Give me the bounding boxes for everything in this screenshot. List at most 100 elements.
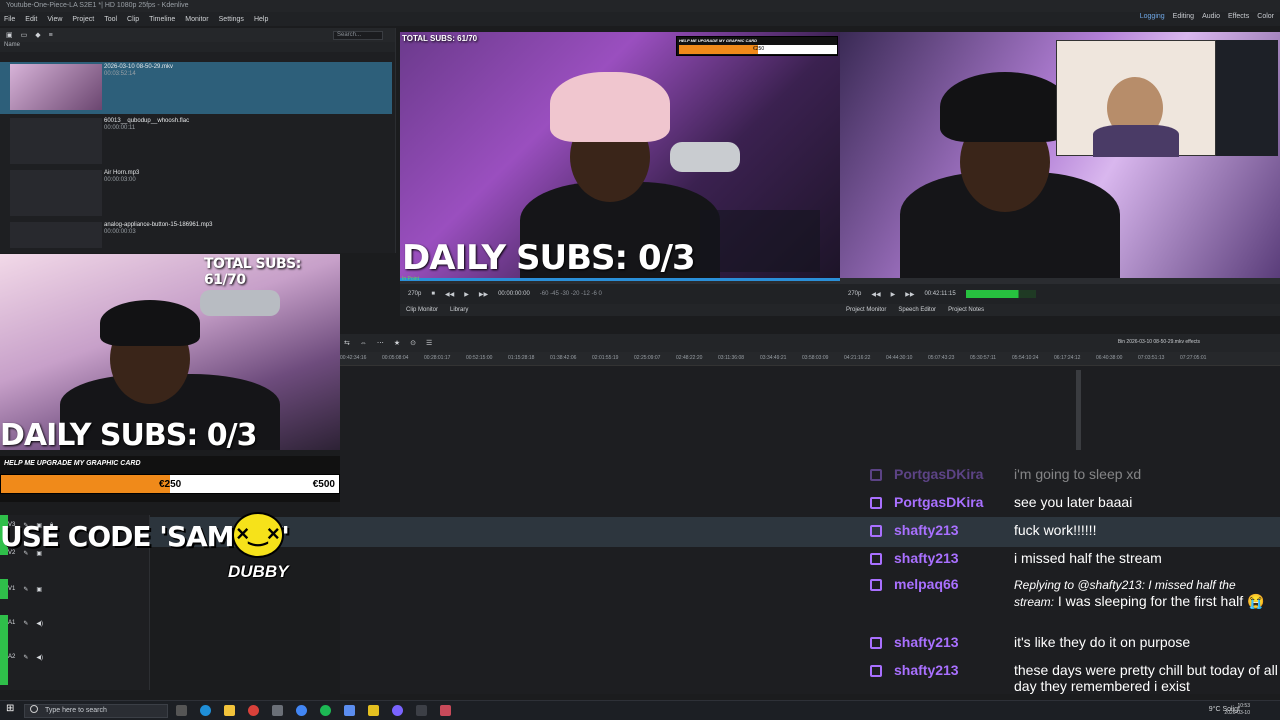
taskbar-search-input[interactable]: Type here to search bbox=[24, 704, 168, 718]
bin-item[interactable]: Air Horn.mp3 00:00:03:00 bbox=[0, 168, 392, 220]
track-v1[interactable]: V1 ✎ ▣ bbox=[0, 579, 150, 599]
edit-icon[interactable]: ✎ bbox=[23, 654, 28, 661]
sponsor-name: DUBBY bbox=[228, 562, 289, 581]
bin-item-duration: 00:00:03:00 bbox=[104, 177, 136, 183]
tag-icon[interactable]: ◆ bbox=[35, 31, 40, 39]
workspace-audio[interactable]: Audio bbox=[1202, 13, 1220, 20]
timeline-scrollbar[interactable] bbox=[1076, 370, 1081, 450]
chat-username: shafty213 bbox=[894, 634, 959, 650]
workspace-logging[interactable]: Logging bbox=[1140, 13, 1165, 20]
chat-text: these days were pretty chill but today o… bbox=[1014, 662, 1278, 694]
ruler-tick: 00:52:15:00 bbox=[466, 355, 493, 361]
chat-username: melpaq66 bbox=[894, 576, 959, 592]
obs-icon[interactable] bbox=[416, 705, 427, 716]
chat-username: shafty213 bbox=[894, 662, 959, 678]
add-clip-icon[interactable]: ▣ bbox=[6, 31, 13, 39]
bin-column-name[interactable]: Name bbox=[0, 42, 395, 52]
chrome-icon[interactable] bbox=[248, 705, 259, 716]
forward-icon[interactable]: ▶▶ bbox=[479, 291, 488, 298]
clip-timecode[interactable]: 00:00:00:00 bbox=[498, 291, 530, 297]
app-icon[interactable] bbox=[440, 705, 451, 716]
bin-item[interactable]: 60013__qubodup__whoosh.flac 00:00:00:11 bbox=[0, 116, 392, 168]
ruler-tick: 05:30:57:11 bbox=[970, 355, 997, 361]
menu-tool[interactable]: Tool bbox=[104, 16, 117, 23]
speaker-icon[interactable]: ◀) bbox=[36, 620, 43, 627]
track-tool-icon[interactable]: ⇆ bbox=[344, 339, 350, 347]
black-beanie bbox=[940, 72, 1070, 142]
spotify-icon[interactable] bbox=[320, 705, 331, 716]
menu-file[interactable]: File bbox=[4, 16, 15, 23]
overlay-total-subs: TOTAL SUBS: 61/70 bbox=[204, 256, 301, 288]
task-view-icon[interactable] bbox=[176, 705, 187, 716]
microphone bbox=[670, 142, 740, 172]
in-point-label: In Point bbox=[402, 276, 419, 282]
ruler-tick: 02:25:09:07 bbox=[634, 355, 661, 361]
play-icon[interactable]: ▶ bbox=[891, 291, 896, 298]
forward-icon[interactable]: ▶▶ bbox=[905, 291, 914, 298]
app-icon[interactable] bbox=[272, 705, 283, 716]
ruler-tick: 04:44:30:10 bbox=[886, 355, 913, 361]
menu-help[interactable]: Help bbox=[254, 16, 268, 23]
tab-library[interactable]: Library bbox=[450, 307, 468, 313]
zoom-select[interactable]: 270p bbox=[848, 291, 861, 297]
chat-text: fuck work!!!!!! bbox=[1014, 522, 1097, 538]
track-label: V1 bbox=[8, 586, 16, 592]
favorite-icon[interactable]: ★ bbox=[394, 339, 400, 347]
chat-text-container: Replying to @shafty213: I missed half th… bbox=[1014, 576, 1278, 610]
menu-timeline[interactable]: Timeline bbox=[149, 16, 175, 23]
edit-icon[interactable]: ✎ bbox=[23, 586, 28, 593]
menu-bar: File Edit View Project Tool Clip Timelin… bbox=[0, 12, 1280, 26]
bin-item-duration: 00:00:00:03 bbox=[104, 229, 136, 235]
clock[interactable]: 10:53 2026-03-10 bbox=[1224, 703, 1250, 717]
track-a2[interactable]: A2 ✎ ◀) bbox=[0, 647, 150, 667]
lock-icon[interactable]: ⇔ bbox=[360, 340, 367, 347]
speaker-icon[interactable]: ◀) bbox=[36, 654, 43, 661]
edge-icon[interactable] bbox=[200, 705, 211, 716]
folder-icon[interactable]: ▭ bbox=[21, 31, 28, 39]
ruler-tick: 04:21:16:22 bbox=[844, 355, 871, 361]
menu-monitor[interactable]: Monitor bbox=[185, 16, 208, 23]
microphone bbox=[200, 290, 280, 316]
play-icon[interactable]: ▶ bbox=[464, 291, 469, 298]
menu-icon[interactable]: ≡ bbox=[49, 32, 53, 39]
list-icon[interactable]: ☰ bbox=[426, 339, 432, 347]
track-a1[interactable]: A1 ✎ ◀) bbox=[0, 613, 150, 633]
rewind-icon[interactable]: ◀◀ bbox=[445, 291, 454, 298]
bin-item[interactable]: 2026-03-10 08-50-29.mkv 00:03:52:14 bbox=[0, 62, 392, 114]
menu-edit[interactable]: Edit bbox=[25, 16, 37, 23]
donation-goal: €500 bbox=[312, 479, 335, 490]
app-icon[interactable] bbox=[368, 705, 379, 716]
ruler-tick: 02:48:22:20 bbox=[676, 355, 703, 361]
app-icon[interactable] bbox=[344, 705, 355, 716]
tab-speech-editor[interactable]: Speech Editor bbox=[898, 307, 936, 313]
app-icon[interactable] bbox=[392, 705, 403, 716]
zoom-select[interactable]: 270p bbox=[408, 291, 421, 297]
chat-text-container: i missed half the stream bbox=[1014, 550, 1278, 566]
bin-search-input[interactable]: Search... bbox=[333, 31, 383, 40]
folder-icon[interactable] bbox=[224, 705, 235, 716]
workspace-color[interactable]: Color bbox=[1257, 13, 1274, 20]
menu-view[interactable]: View bbox=[47, 16, 62, 23]
clip-monitor-view[interactable]: TOTAL SUBS: 61/70 HELP ME UPGRADE MY GRA… bbox=[400, 32, 840, 278]
save-icon[interactable]: ▣ bbox=[36, 586, 42, 593]
timeline-ruler[interactable]: 00:42:34:16 00:05:08:04 00:28:01:17 00:52:1… bbox=[340, 352, 1280, 366]
ruler-tick: 06:17:24:12 bbox=[1054, 355, 1081, 361]
clip-donation-current: €250 bbox=[753, 46, 765, 52]
tab-project-notes[interactable]: Project Notes bbox=[948, 307, 984, 313]
edit-icon[interactable]: ✎ bbox=[23, 620, 28, 627]
menu-settings[interactable]: Settings bbox=[219, 16, 244, 23]
workspace-editing[interactable]: Editing bbox=[1173, 13, 1194, 20]
menu-clip[interactable]: Clip bbox=[127, 16, 139, 23]
browser-icon[interactable] bbox=[296, 705, 307, 716]
tab-project-monitor[interactable]: Project Monitor bbox=[846, 307, 886, 313]
tab-clip-monitor[interactable]: Clip Monitor bbox=[406, 307, 438, 313]
workspace-effects[interactable]: Effects bbox=[1228, 13, 1249, 20]
menu-project[interactable]: Project bbox=[72, 16, 94, 23]
stop-icon[interactable]: ■ bbox=[431, 291, 435, 297]
project-timecode[interactable]: 00:42:11:15 bbox=[924, 291, 955, 297]
start-icon[interactable]: ⊞ bbox=[6, 703, 17, 714]
more-icon[interactable]: ⋯ bbox=[377, 339, 384, 347]
chat-text: i missed half the stream bbox=[1014, 550, 1162, 566]
target-icon[interactable]: ⊙ bbox=[410, 339, 416, 347]
rewind-icon[interactable]: ◀◀ bbox=[871, 291, 880, 298]
